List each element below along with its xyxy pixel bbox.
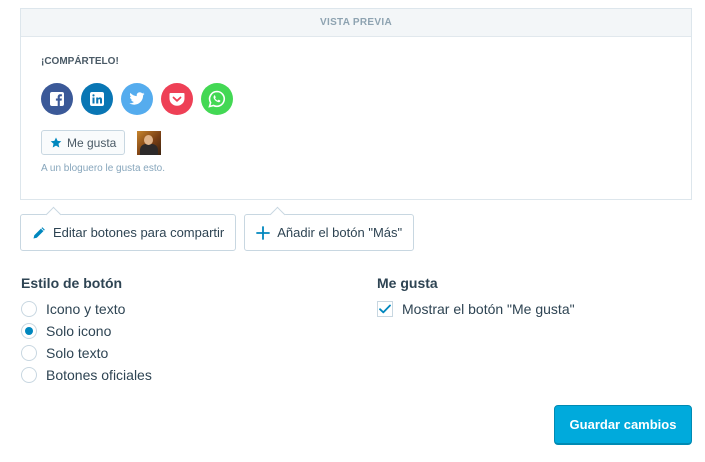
star-icon <box>50 137 62 147</box>
edit-share-buttons-button[interactable]: Editar botones para compartir <box>20 214 237 251</box>
radio-label: Icono y texto <box>46 301 126 317</box>
pocket-icon[interactable] <box>161 83 193 115</box>
tabs: Editar botones para compartir Añadir el … <box>20 214 415 251</box>
like-row: Me gusta <box>41 130 162 155</box>
show-like-button-option[interactable]: Mostrar el botón "Me gusta" <box>377 298 575 320</box>
avatar[interactable] <box>137 130 162 155</box>
button-style-title: Estilo de botón <box>21 275 123 291</box>
share-heading: ¡COMPÁRTELO! <box>41 56 119 67</box>
show-like-label: Mostrar el botón "Me gusta" <box>402 301 575 317</box>
radio-label: Solo icono <box>46 323 112 339</box>
button-style-section: Estilo de botón Icono y texto Solo icono… <box>21 275 152 386</box>
radio-circle-selected[interactable] <box>21 323 37 339</box>
like-button[interactable]: Me gusta <box>41 130 126 155</box>
whatsapp-icon[interactable] <box>201 83 233 115</box>
add-more-button[interactable]: Añadir el botón "Más" <box>244 214 415 251</box>
save-changes-button[interactable]: Guardar cambios <box>554 405 692 445</box>
radio-text-only[interactable]: Solo texto <box>21 342 152 364</box>
radio-icon-only[interactable]: Solo icono <box>21 320 152 342</box>
like-count-text: A un bloguero le gusta esto. <box>41 163 165 174</box>
radio-circle[interactable] <box>21 345 37 361</box>
radio-official-buttons[interactable]: Botones oficiales <box>21 364 152 386</box>
pencil-icon <box>33 226 45 238</box>
likes-title: Me gusta <box>377 275 438 291</box>
radio-label: Solo texto <box>46 345 109 361</box>
edit-share-buttons-label: Editar botones para compartir <box>53 225 225 240</box>
likes-section: Me gusta Mostrar el botón "Me gusta" <box>377 275 575 320</box>
radio-label: Botones oficiales <box>46 367 152 383</box>
radio-circle[interactable] <box>21 301 37 317</box>
linkedin-icon[interactable] <box>81 83 113 115</box>
twitter-icon[interactable] <box>121 83 153 115</box>
checkmark-icon <box>379 304 391 314</box>
like-button-label: Me gusta <box>67 135 117 150</box>
preview-header: VISTA PREVIA <box>21 9 691 37</box>
preview-panel: VISTA PREVIA ¡COMPÁRTELO! Me gusta A un … <box>20 8 692 200</box>
add-more-label: Añadir el botón "Más" <box>277 225 403 240</box>
share-icons <box>41 83 233 115</box>
radio-circle[interactable] <box>21 367 37 383</box>
plus-icon <box>256 225 271 240</box>
facebook-icon[interactable] <box>41 83 73 115</box>
show-like-checkbox[interactable] <box>377 301 393 317</box>
radio-icon-text[interactable]: Icono y texto <box>21 298 152 320</box>
